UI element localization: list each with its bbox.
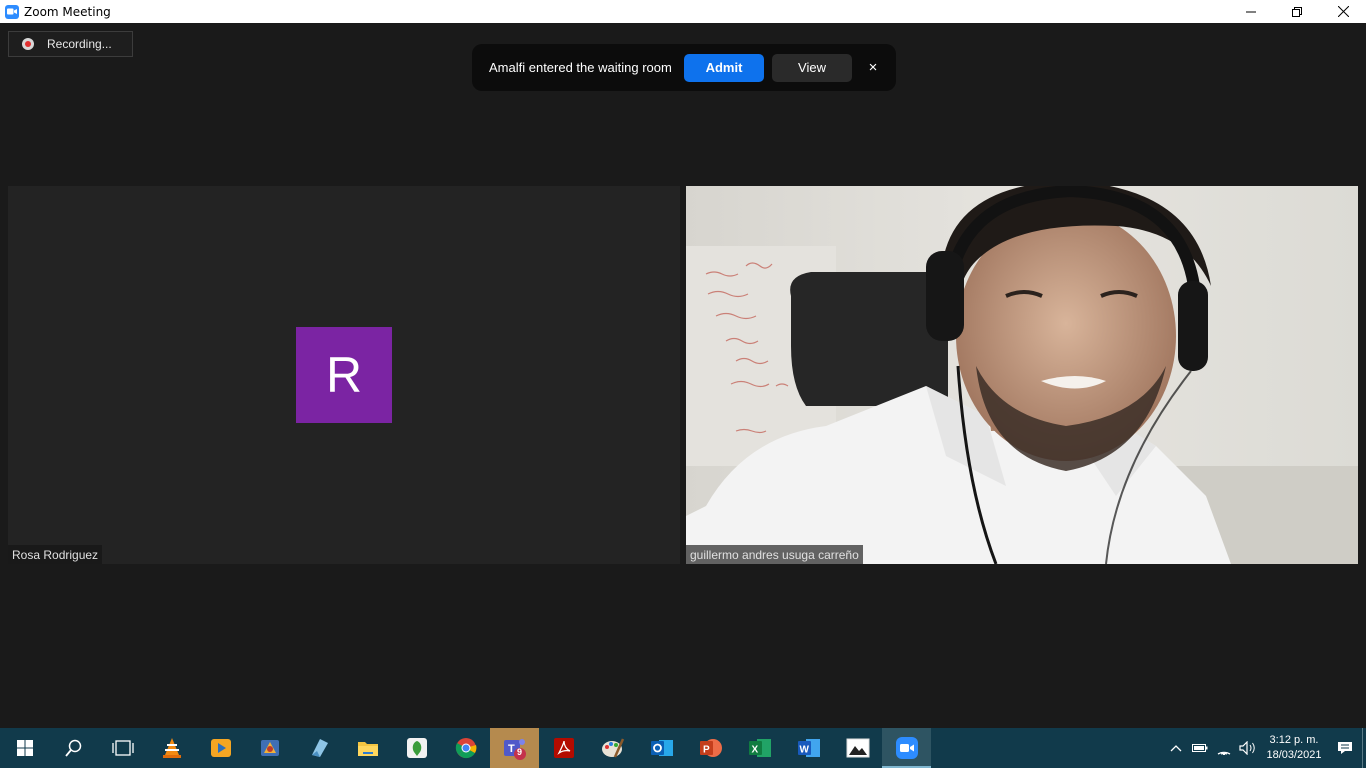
chevron-up-icon[interactable]: [1164, 728, 1188, 768]
minimize-button[interactable]: [1228, 0, 1274, 23]
volume-icon[interactable]: [1236, 728, 1260, 768]
restore-button[interactable]: [1274, 0, 1320, 23]
notifications-icon[interactable]: [1328, 728, 1362, 768]
svg-text:P: P: [703, 745, 710, 756]
outlook-icon[interactable]: [637, 728, 686, 768]
teams-badge: 9: [517, 747, 523, 757]
notes-icon[interactable]: [294, 728, 343, 768]
paint-icon[interactable]: [588, 728, 637, 768]
close-window-button[interactable]: [1320, 0, 1366, 23]
teams-icon[interactable]: T 9: [490, 728, 539, 768]
participant-tile-guillermo[interactable]: guillermo andres usuga carreño: [686, 186, 1358, 564]
excel-icon[interactable]: X: [735, 728, 784, 768]
battery-icon[interactable]: [1188, 728, 1212, 768]
avatar: R: [296, 327, 392, 423]
app-green-icon[interactable]: [392, 728, 441, 768]
svg-text:T: T: [508, 743, 515, 755]
svg-text:W: W: [799, 745, 809, 756]
windows-taskbar: T 9 P X W 3:12 p. m. 18/03/2021: [0, 728, 1366, 768]
waiting-room-notification: Amalfi entered the waiting room Admit Vi…: [472, 44, 896, 91]
participant-video: [686, 186, 1358, 564]
start-icon[interactable]: [0, 728, 49, 768]
recording-dot-icon: [22, 38, 34, 50]
photos-icon[interactable]: [833, 728, 882, 768]
app-icon[interactable]: [245, 728, 294, 768]
acrobat-icon[interactable]: [539, 728, 588, 768]
window-title: Zoom Meeting: [24, 4, 111, 19]
word-icon[interactable]: W: [784, 728, 833, 768]
view-button[interactable]: View: [772, 53, 852, 82]
show-desktop-button[interactable]: [1362, 728, 1366, 768]
zoom-app-icon: [5, 4, 19, 19]
participant-name-label: Rosa Rodriguez: [8, 545, 103, 564]
zoom-icon[interactable]: [882, 728, 931, 768]
title-bar: Zoom Meeting: [0, 0, 1366, 23]
powerpoint-icon[interactable]: P: [686, 728, 735, 768]
clock-date: 18/03/2021: [1266, 749, 1322, 761]
task-view-icon[interactable]: [98, 728, 147, 768]
recording-indicator[interactable]: Recording...: [8, 31, 133, 57]
clock-time: 3:12 p. m.: [1269, 734, 1319, 746]
participant-tile-rosa[interactable]: R Rosa Rodriguez: [8, 186, 680, 564]
system-tray: 3:12 p. m. 18/03/2021: [1164, 728, 1366, 768]
search-icon[interactable]: [49, 728, 98, 768]
vlc-icon[interactable]: [147, 728, 196, 768]
dismiss-notification-button[interactable]: ×: [866, 59, 880, 76]
participant-name-label: guillermo andres usuga carreño: [686, 545, 863, 564]
chrome-icon[interactable]: [441, 728, 490, 768]
admit-button[interactable]: Admit: [684, 53, 764, 82]
wifi-icon[interactable]: [1212, 728, 1236, 768]
meeting-area: Recording... Amalfi entered the waiting …: [0, 23, 1366, 728]
waiting-room-message: Amalfi entered the waiting room: [489, 60, 672, 75]
file-explorer-icon[interactable]: [343, 728, 392, 768]
taskbar-clock[interactable]: 3:12 p. m. 18/03/2021: [1260, 733, 1328, 763]
media-player-icon[interactable]: [196, 728, 245, 768]
svg-text:X: X: [751, 745, 758, 756]
recording-label: Recording...: [47, 37, 112, 51]
